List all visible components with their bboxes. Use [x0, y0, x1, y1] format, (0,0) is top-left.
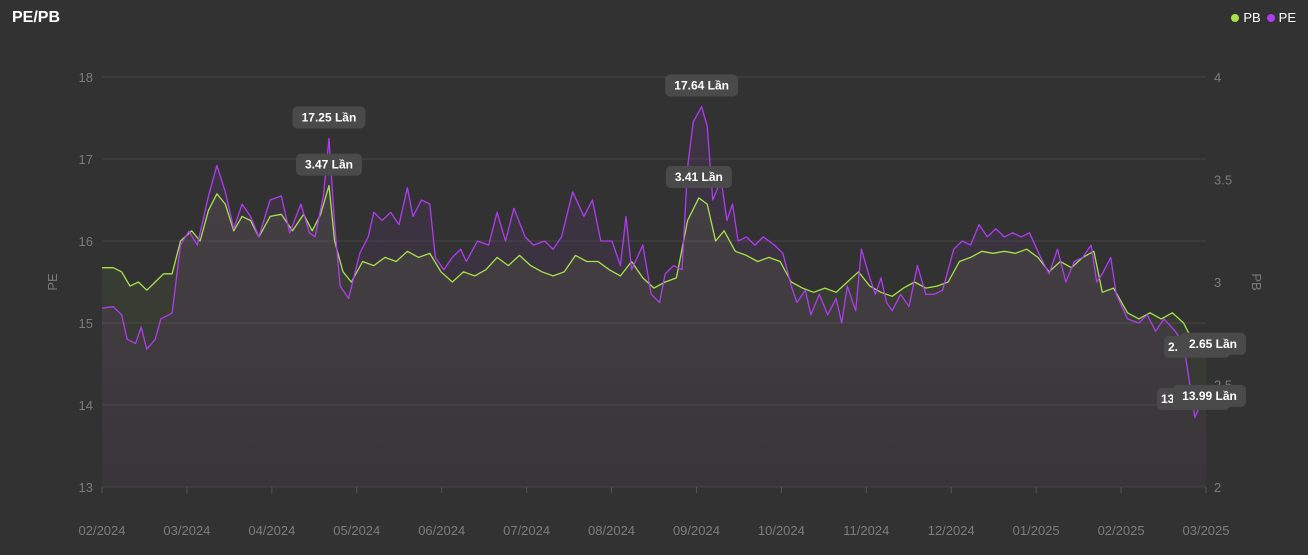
y-left-tick-label: 18 — [79, 70, 93, 85]
x-tick-label: 12/2024 — [928, 523, 975, 538]
y-right-tick-label: 3 — [1214, 275, 1221, 290]
annotation-label: 17.64 Lần — [674, 79, 729, 93]
y-left-tick-label: 14 — [79, 398, 93, 413]
annotation-label: 13.99 Lần — [1182, 389, 1237, 403]
x-tick-label: 02/2024 — [79, 523, 126, 538]
x-axis: 02/2024 03/2024 04/2024 05/2024 06/2024 07/20… — [79, 487, 1230, 538]
x-tick-label: 03/2025 — [1183, 523, 1230, 538]
y-left-tick-label: 17 — [79, 152, 93, 167]
y-axis-left: 13 14 15 16 17 18 — [79, 70, 93, 495]
x-tick-label: 01/2025 — [1013, 523, 1060, 538]
annotation-label: 17.25 Lần — [302, 111, 357, 125]
chart-canvas[interactable]: 131415161718 22.533.54 02/202403/202404/… — [0, 0, 1308, 555]
y-left-tick-label: 15 — [79, 316, 93, 331]
annotation-label: 3.41 Lần — [675, 170, 723, 184]
annotation-label: 2.65 Lần — [1189, 337, 1237, 351]
y-left-tick-label: 13 — [79, 480, 93, 495]
y-right-tick-label: 4 — [1214, 70, 1221, 85]
x-tick-label: 03/2024 — [163, 523, 210, 538]
annotation-stub-label: 2. — [1168, 340, 1178, 354]
x-tick-label: 07/2024 — [503, 523, 550, 538]
y-left-tick-label: 16 — [79, 234, 93, 249]
y-axis-right-title: PB — [1249, 273, 1264, 290]
x-tick-label: 05/2024 — [333, 523, 380, 538]
x-tick-label: 08/2024 — [588, 523, 635, 538]
y-axis-right: 22.533.54 — [1214, 70, 1232, 495]
x-tick-label: 11/2024 — [843, 523, 889, 538]
x-tick-label: 10/2024 — [758, 523, 805, 538]
y-right-tick-label: 2 — [1214, 480, 1221, 495]
annotation-label: 3.47 Lần — [305, 158, 353, 172]
x-tick-label: 09/2024 — [673, 523, 720, 538]
x-tick-label: 02/2025 — [1098, 523, 1145, 538]
x-tick-label: 04/2024 — [248, 523, 295, 538]
annotation-stub-label: 13 — [1161, 392, 1175, 406]
y-right-tick-label: 3.5 — [1214, 173, 1232, 188]
y-axis-left-title: PE — [45, 273, 60, 291]
x-tick-label: 06/2024 — [418, 523, 465, 538]
